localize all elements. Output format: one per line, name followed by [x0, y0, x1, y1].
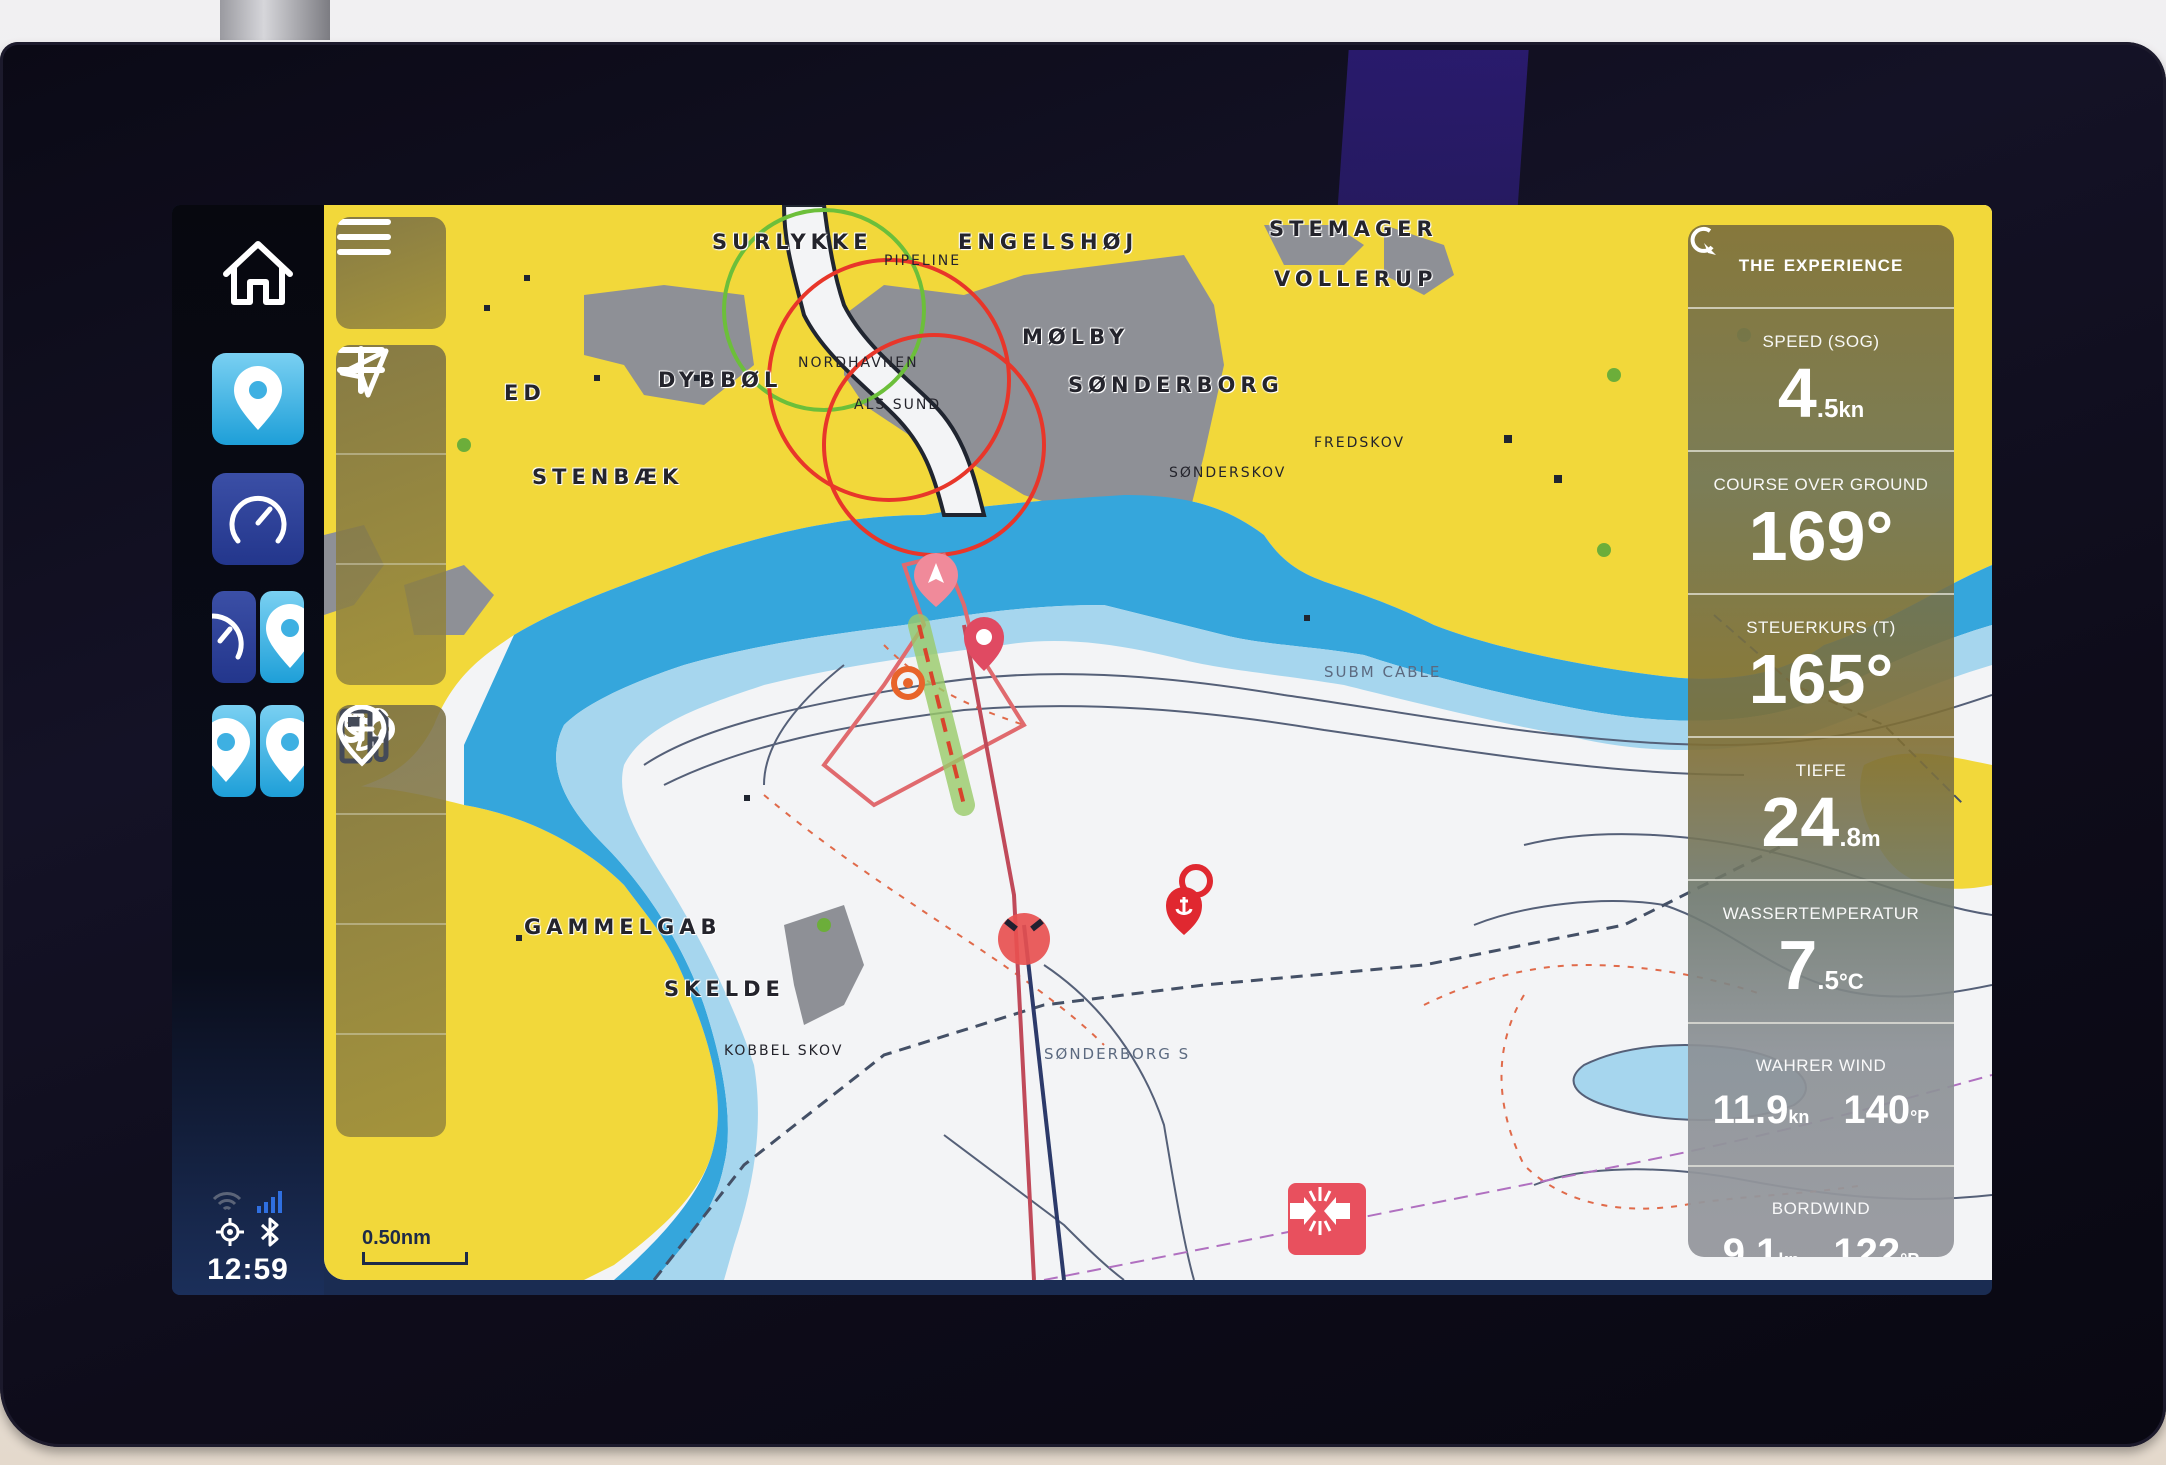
nautical-chart[interactable]: SURLYKKE ENGELSHØJ STEMAGER VOLLERUP PIP…: [324, 205, 1992, 1280]
cog-value: 169°: [1748, 496, 1894, 575]
q-logo-icon: [1690, 226, 1716, 255]
map-label-stemager: STEMAGER: [1269, 217, 1438, 241]
map-label-molby: MØLBY: [1022, 325, 1130, 349]
add-pin-icon: [337, 705, 387, 767]
map-label-engelshoj: ENGELSHØJ: [958, 230, 1139, 254]
map-label-gammelgab: GAMMELGAB: [524, 915, 722, 939]
gps-icon: [216, 1218, 244, 1246]
heading-cell[interactable]: STEUERKURS (T) 165°: [1688, 593, 1954, 736]
split-gauge-chart-button[interactable]: [212, 591, 304, 683]
menu-icon: [337, 219, 391, 255]
map-label-sonderborg: SØNDERBORG: [1068, 373, 1284, 397]
map-label-pipeline: PIPELINE: [884, 253, 962, 269]
true-wind-cell[interactable]: WAHRER WIND 11.9kn 140°P: [1688, 1022, 1954, 1165]
minus-icon: [337, 347, 385, 353]
center-on-boat-button[interactable]: [336, 348, 446, 565]
water-temp-value: 7.5°C: [1778, 925, 1864, 1004]
wifi-icon: [212, 1192, 242, 1211]
add-waypoint-button[interactable]: [336, 705, 446, 1137]
instrument-panel: THE EXPERIENCE SPEED (SOG) 4.5kn COURSE …: [1688, 225, 1954, 1257]
poi-group: [336, 705, 446, 1137]
app-rail: 12:59: [172, 205, 324, 1295]
menu-button[interactable]: [336, 217, 446, 325]
map-label-dybbol: DYBBØL: [658, 368, 783, 392]
split-right-chart: [260, 705, 304, 797]
cellular-signal-icon: [257, 1191, 282, 1213]
map-label-surlykke: SURLYKKE: [712, 230, 873, 254]
depth-label: TIEFE: [1795, 760, 1847, 780]
home-icon: [223, 241, 293, 305]
heading-label: STEUERKURS (T): [1746, 617, 1896, 637]
home-button[interactable]: [212, 227, 304, 319]
map-label-kobbel-skov: KOBBEL SKOV: [724, 1043, 844, 1059]
gauge-icon: [212, 613, 244, 660]
cog-cell[interactable]: COURSE OVER GROUND 169°: [1688, 450, 1954, 593]
marker-pin[interactable]: [1179, 864, 1213, 898]
map-label-skelde: SKELDE: [664, 977, 785, 1001]
brand-logo: THE EXPERIENCE: [1688, 225, 1954, 307]
map-pin-icon: [266, 718, 304, 782]
fuel-button[interactable]: [336, 708, 446, 1035]
split-left-chart: [212, 705, 256, 797]
split-chart-chart-button[interactable]: [212, 705, 304, 797]
true-wind-angle: 140°P: [1843, 1088, 1930, 1132]
map-label-sonderborg-s: SØNDERBORG S: [1044, 1045, 1191, 1063]
map-pin-icon: [212, 718, 250, 782]
heading-value: 165°: [1748, 639, 1894, 718]
clock: 12:59: [207, 1253, 289, 1286]
map-label-sonderskov: SØNDERSKOV: [1169, 465, 1287, 481]
scale-label: 0.50nm: [362, 1227, 431, 1249]
mount-pole: [220, 0, 330, 40]
menu-group: [336, 217, 446, 329]
ais-target[interactable]: [998, 913, 1050, 965]
zoom-group: [336, 345, 446, 685]
instruments-app-button[interactable]: [212, 473, 304, 565]
bluetooth-icon: [260, 1217, 279, 1247]
map-label-vollerup: VOLLERUP: [1274, 267, 1438, 291]
split-left-gauge: [212, 591, 256, 683]
true-wind-label: WAHRER WIND: [1755, 1056, 1887, 1075]
water-temp-label: WASSERTEMPERATUR: [1722, 903, 1920, 923]
brand-text-right: EXPERIENCE: [1783, 256, 1904, 275]
map-label-stenbaek: STENBÆK: [532, 465, 684, 489]
speed-value: 4.5kn: [1777, 353, 1865, 432]
depth-value: 24.8m: [1761, 782, 1881, 861]
map-label-als-sund: ALS SUND: [854, 397, 942, 413]
depth-cell[interactable]: TIEFE 24.8m: [1688, 736, 1954, 879]
status-area: 12:59: [172, 1187, 324, 1287]
screen: 12:59 SURLYKKE ENGELSHØJ STEMAGER VOLLER…: [172, 205, 1992, 1295]
scale-bar: [362, 1252, 468, 1265]
collision-alert-icon: [1290, 1187, 1350, 1235]
split-right-chart: [260, 591, 304, 683]
speed-cell[interactable]: SPEED (SOG) 4.5kn: [1688, 307, 1954, 450]
map-label-subm-cable: SUBM CABLE: [1324, 663, 1442, 681]
apparent-wind-speed: 9.1kn: [1722, 1231, 1800, 1257]
collision-alert-button[interactable]: [1288, 1183, 1366, 1255]
zoom-out-button[interactable]: [336, 347, 446, 673]
apparent-wind-label: BORDWIND: [1771, 1199, 1871, 1218]
water-temp-cell[interactable]: WASSERTEMPERATUR 7.5°C: [1688, 879, 1954, 1022]
map-label-ed: ED: [504, 381, 546, 405]
chart-app-button[interactable]: [212, 353, 304, 445]
true-wind-speed: 11.9kn: [1712, 1088, 1810, 1132]
apparent-wind-angle: 122°P: [1833, 1231, 1919, 1257]
apparent-wind-cell[interactable]: BORDWIND 9.1kn 122°P: [1688, 1165, 1954, 1257]
speed-label: SPEED (SOG): [1762, 331, 1880, 351]
map-pin-icon: [234, 366, 282, 430]
cog-label: COURSE OVER GROUND: [1713, 474, 1929, 494]
map-label-fredskov: FREDSKOV: [1314, 435, 1406, 451]
map-pin-icon: [266, 604, 304, 668]
target-marker[interactable]: [891, 666, 925, 700]
map-label-nordhavnen: NORDHAVNEN: [798, 355, 919, 371]
gauge-icon: [229, 495, 287, 544]
marina-button[interactable]: [336, 705, 446, 925]
brand-text-left: THE: [1738, 256, 1776, 275]
map-scale: 0.50nm: [362, 1227, 468, 1265]
